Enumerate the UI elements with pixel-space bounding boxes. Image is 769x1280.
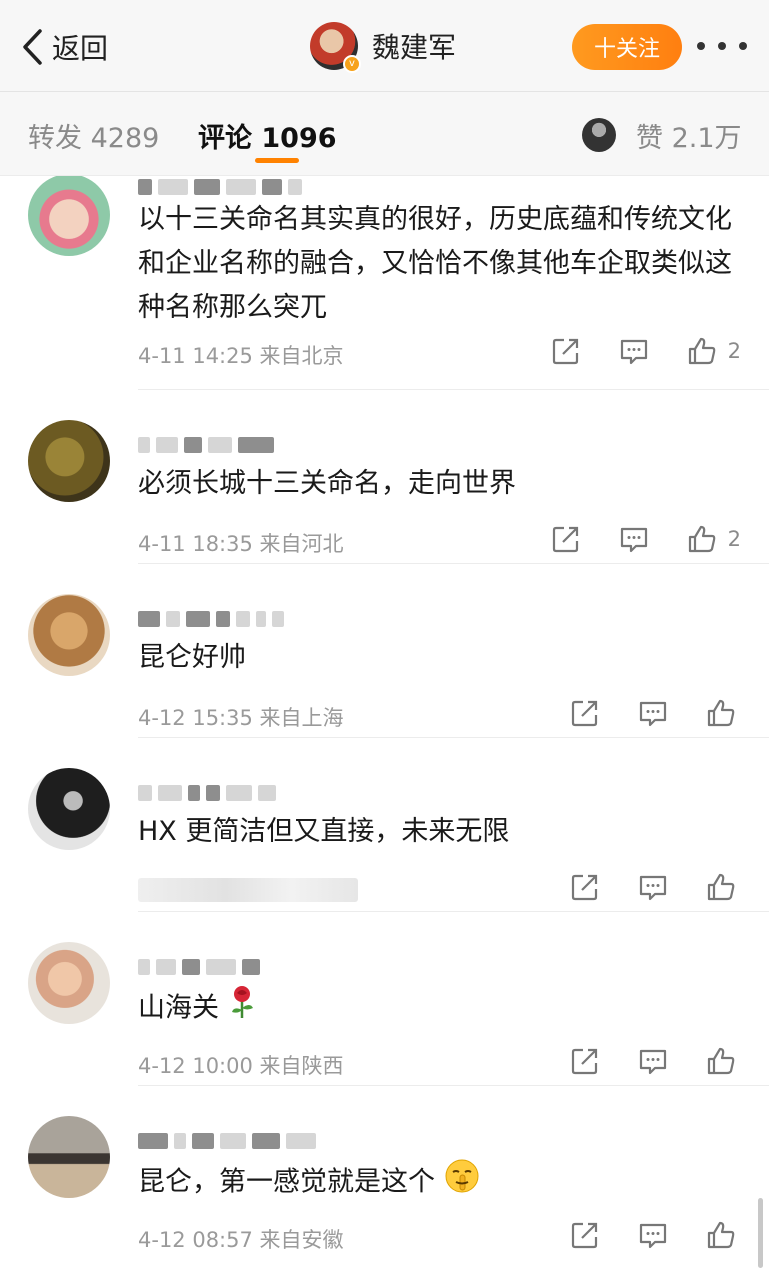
like-button[interactable] bbox=[701, 870, 741, 904]
comment-text: 山海关 bbox=[138, 984, 738, 1034]
like-button[interactable] bbox=[701, 696, 741, 730]
like-button[interactable] bbox=[682, 522, 722, 556]
chevron-left-icon bbox=[23, 29, 42, 65]
repost-button[interactable] bbox=[565, 870, 605, 904]
repost-button[interactable] bbox=[565, 1044, 605, 1078]
list-item: 山海关 4-12 10:00 来自陕西 bbox=[0, 912, 769, 1086]
avatar[interactable] bbox=[28, 768, 110, 850]
repost-button[interactable] bbox=[546, 522, 586, 556]
username-redacted[interactable] bbox=[138, 956, 260, 978]
list-item: 昆仑，第一感觉就是这个 4-12 08:57 来自安徽 bbox=[0, 1086, 769, 1260]
scrollbar[interactable] bbox=[758, 1198, 763, 1268]
repost-icon bbox=[571, 874, 598, 901]
comment-actions bbox=[537, 1044, 741, 1078]
username-redacted[interactable] bbox=[138, 176, 302, 198]
like-button[interactable] bbox=[701, 1218, 741, 1252]
avatar[interactable] bbox=[28, 594, 110, 676]
comment-meta: 4-12 15:35 来自上海 bbox=[138, 706, 344, 730]
comment-text: 昆仑，第一感觉就是这个 bbox=[138, 1158, 738, 1208]
comment-text-content: 昆仑，第一感觉就是这个 bbox=[138, 1166, 435, 1198]
list-item: 以十三关命名其实真的很好，历史底蕴和传统文化和企业名称的融合，又恰恰不像其他车企… bbox=[0, 176, 769, 390]
reply-button[interactable] bbox=[633, 1044, 673, 1078]
username-redacted[interactable] bbox=[138, 434, 274, 456]
avatar[interactable] bbox=[28, 176, 110, 256]
profile-name: 魏建军 bbox=[372, 31, 457, 64]
more-icon[interactable] bbox=[697, 30, 747, 62]
avatar[interactable] bbox=[28, 420, 110, 502]
comment-actions: 2 bbox=[518, 522, 741, 556]
avatar[interactable]: v bbox=[310, 22, 361, 73]
thumbs-up-icon bbox=[707, 699, 735, 727]
username-redacted[interactable] bbox=[138, 782, 276, 804]
tab-repost[interactable]: 转发 4289 bbox=[28, 116, 159, 155]
avatar[interactable] bbox=[28, 1116, 110, 1198]
comment-meta: 4-12 08:57 来自安徽 bbox=[138, 1228, 344, 1252]
like-button[interactable] bbox=[682, 334, 722, 368]
comment-icon bbox=[639, 701, 667, 727]
top-nav-bar: 返回 v 魏建军 十关注 bbox=[0, 0, 769, 92]
verified-badge-icon: v bbox=[343, 55, 361, 73]
rose-emoji-icon bbox=[228, 984, 256, 1034]
profile-header[interactable]: v 魏建军 bbox=[310, 22, 457, 73]
tab-bar: 转发 4289 评论 1096 赞 2.1万 bbox=[0, 92, 769, 176]
like-count: 2 bbox=[727, 339, 741, 363]
back-button[interactable]: 返回 bbox=[20, 26, 108, 68]
username-redacted[interactable] bbox=[138, 608, 284, 630]
repost-icon bbox=[552, 526, 578, 553]
reply-button[interactable] bbox=[614, 522, 654, 556]
comment-icon bbox=[620, 527, 647, 553]
repost-button[interactable] bbox=[565, 696, 605, 730]
list-item: 昆仑好帅 4-12 15:35 来自上海 bbox=[0, 564, 769, 738]
back-label: 返回 bbox=[52, 32, 109, 65]
thumbs-up-icon bbox=[707, 1221, 735, 1249]
reply-button[interactable] bbox=[614, 334, 654, 368]
avatar[interactable] bbox=[28, 942, 110, 1024]
comment-meta: 4-11 14:25 来自北京 bbox=[138, 344, 344, 368]
comment-meta: 4-11 18:35 来自河北 bbox=[138, 532, 344, 556]
active-tab-indicator bbox=[255, 158, 299, 163]
thumbs-up-icon bbox=[688, 525, 715, 553]
reply-button[interactable] bbox=[633, 870, 673, 904]
repost-icon bbox=[571, 700, 598, 727]
thumbs-up-icon bbox=[707, 873, 735, 901]
repost-icon bbox=[571, 1048, 598, 1075]
comment-text: HX 更简洁但又直接，未来无限 bbox=[138, 816, 510, 847]
repost-button[interactable] bbox=[565, 1218, 605, 1252]
reply-button[interactable] bbox=[633, 696, 673, 730]
repost-icon bbox=[571, 1222, 598, 1249]
comment-icon bbox=[639, 1223, 667, 1249]
comment-icon bbox=[639, 875, 667, 901]
comment-list: 以十三关命名其实真的很好，历史底蕴和传统文化和企业名称的融合，又恰恰不像其他车企… bbox=[0, 176, 769, 1280]
comment-text-content: 山海关 bbox=[138, 992, 219, 1024]
tab-like[interactable]: 赞 2.1万 bbox=[636, 116, 742, 155]
list-item: HX 更简洁但又直接，未来无限 bbox=[0, 738, 769, 912]
repost-button[interactable] bbox=[546, 334, 586, 368]
username-redacted[interactable] bbox=[138, 1130, 316, 1152]
like-button[interactable] bbox=[701, 1044, 741, 1078]
thumbs-up-icon bbox=[707, 1047, 735, 1075]
reply-button[interactable] bbox=[633, 1218, 673, 1252]
comment-actions bbox=[537, 1218, 741, 1252]
comment-actions: 2 bbox=[518, 334, 741, 368]
repost-icon bbox=[552, 338, 578, 365]
list-item: 必须长城十三关命名，走向世界 4-11 18:35 来自河北 2 bbox=[0, 390, 769, 564]
comment-text: 必须长城十三关命名，走向世界 bbox=[138, 468, 516, 499]
comment-actions bbox=[537, 870, 741, 904]
comment-actions bbox=[537, 696, 741, 730]
thumbs-up-icon bbox=[688, 337, 715, 365]
shushing-face-emoji-icon bbox=[444, 1158, 480, 1208]
comment-meta: 4-12 10:00 来自陕西 bbox=[138, 1054, 344, 1078]
comment-meta-redacted bbox=[138, 878, 358, 902]
tab-comment[interactable]: 评论 1096 bbox=[198, 116, 337, 155]
comment-icon bbox=[639, 1049, 667, 1075]
follow-button[interactable]: 十关注 bbox=[572, 24, 682, 70]
like-count: 2 bbox=[727, 527, 741, 551]
comment-text: 昆仑好帅 bbox=[138, 642, 246, 673]
liker-avatar bbox=[582, 118, 616, 152]
comment-icon bbox=[620, 339, 647, 365]
comment-text: 以十三关命名其实真的很好，历史底蕴和传统文化和企业名称的融合，又恰恰不像其他车企… bbox=[138, 204, 732, 323]
